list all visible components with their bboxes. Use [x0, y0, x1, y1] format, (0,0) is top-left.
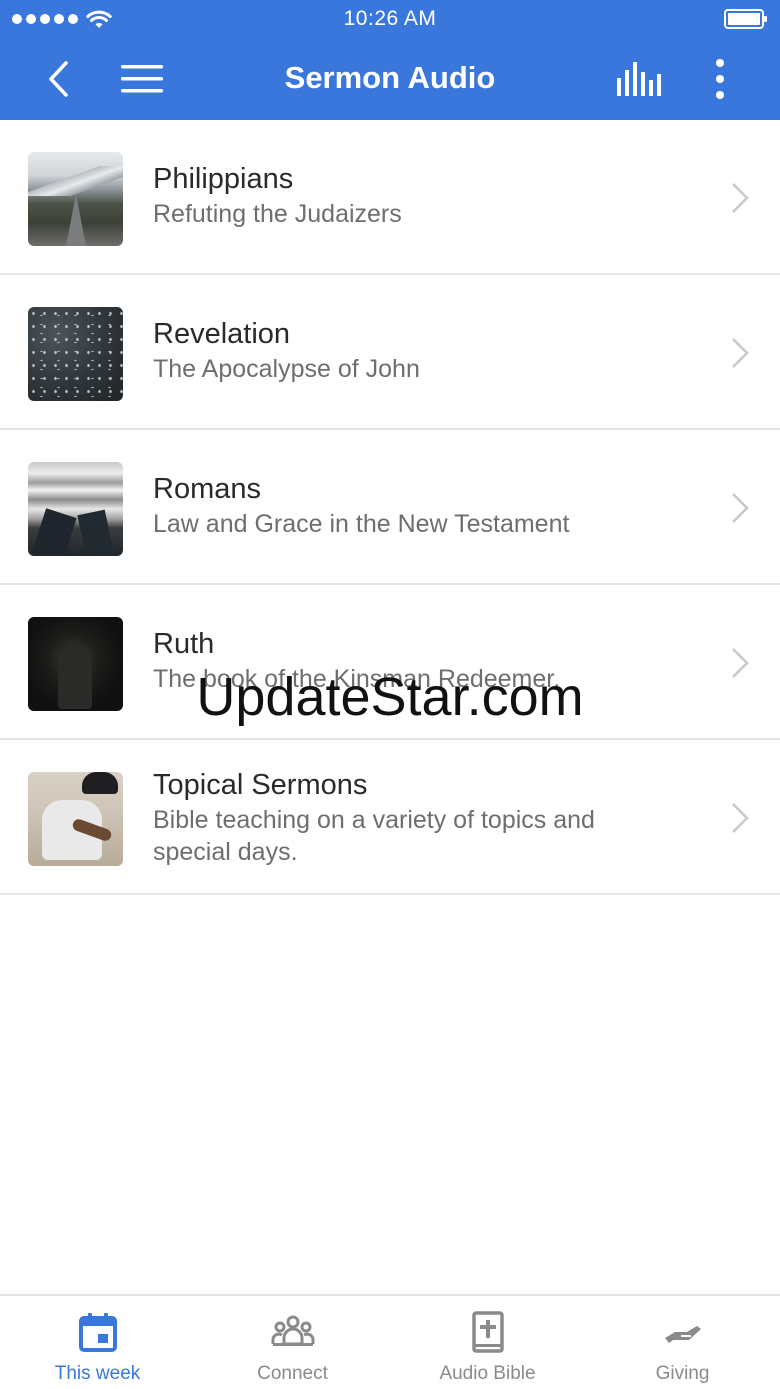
chevron-right-icon [732, 803, 749, 833]
tab-giving[interactable]: Giving [585, 1296, 780, 1389]
tab-label: This week [54, 1363, 141, 1384]
giving-hand-icon [664, 1326, 701, 1343]
series-title: Philippians [153, 163, 294, 195]
list-item-topical-sermons[interactable]: Topical Sermons Bible teaching on a vari… [0, 740, 780, 895]
chevron-right-icon [732, 183, 749, 213]
watermark: UpdateStar.com [196, 667, 584, 727]
audio-player-button[interactable] [612, 54, 664, 104]
tab-bar: This week Connect Audio Bible Giving [0, 1294, 780, 1389]
chevron-right-icon [732, 493, 749, 523]
series-subtitle: The Apocalypse of John [153, 355, 420, 383]
sermon-series-list: Philippians Refuting the Judaizers Revel… [0, 120, 780, 895]
series-thumbnail [28, 462, 123, 556]
series-thumbnail [28, 307, 123, 401]
group-icon [271, 1315, 314, 1346]
series-subtitle: Law and Grace in the New Testament [153, 510, 570, 538]
more-vertical-icon [716, 59, 724, 99]
calendar-icon [78, 1313, 117, 1352]
tab-label: Giving [655, 1363, 710, 1384]
battery-icon [724, 9, 767, 29]
bible-icon [471, 1311, 504, 1353]
more-options-button[interactable] [700, 54, 740, 104]
series-subtitle: Bible teaching on a variety of topics an… [153, 806, 595, 866]
list-item-revelation[interactable]: Revelation The Apocalypse of John [0, 275, 780, 430]
tab-this-week[interactable]: This week [0, 1296, 195, 1389]
series-thumbnail [28, 152, 123, 246]
series-title: Revelation [153, 318, 291, 350]
series-thumbnail [28, 772, 123, 866]
app-bar: Sermon Audio [0, 40, 780, 120]
tab-connect[interactable]: Connect [195, 1296, 390, 1389]
list-item-romans[interactable]: Romans Law and Grace in the New Testamen… [0, 430, 780, 585]
tab-label: Audio Bible [439, 1363, 536, 1384]
series-title: Ruth [153, 628, 215, 660]
series-title: Topical Sermons [153, 769, 368, 801]
audio-levels-icon [617, 62, 661, 96]
status-bar: 10:26 AM [0, 0, 780, 40]
tab-audio-bible[interactable]: Audio Bible [390, 1296, 585, 1389]
status-time: 10:26 AM [343, 7, 437, 30]
tab-label: Connect [257, 1363, 328, 1384]
series-title: Romans [153, 473, 261, 505]
list-item-philippians[interactable]: Philippians Refuting the Judaizers [0, 120, 780, 275]
chevron-right-icon [732, 338, 749, 368]
series-subtitle: Refuting the Judaizers [153, 200, 402, 228]
header: 10:26 AM Sermon Audio [0, 0, 780, 120]
